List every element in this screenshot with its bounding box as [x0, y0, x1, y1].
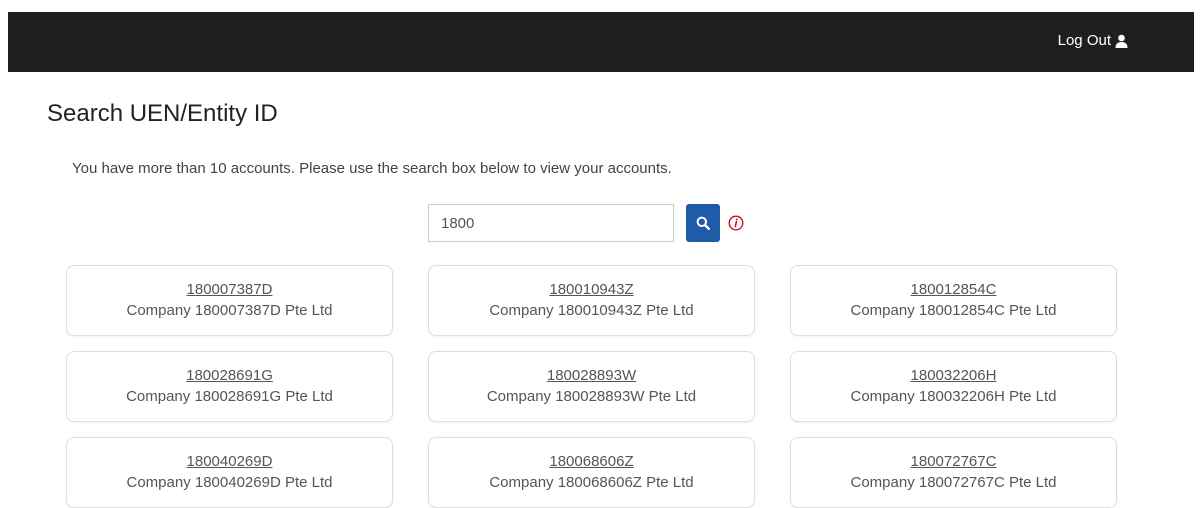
account-company-name: Company 180010943Z Pte Ltd [489, 302, 694, 319]
account-company-name: Company 180072767C Pte Ltd [850, 474, 1057, 491]
account-card[interactable]: 180032206H Company 180032206H Pte Ltd [790, 351, 1117, 422]
account-card[interactable]: 180028893W Company 180028893W Pte Ltd [428, 351, 755, 422]
account-id-link[interactable]: 180010943Z [549, 280, 633, 300]
accounts-grid: 180007387D Company 180007387D Pte Ltd 18… [66, 265, 1117, 508]
account-id-link[interactable]: 180068606Z [549, 452, 633, 472]
account-id-link[interactable]: 180032206H [911, 366, 997, 386]
account-card[interactable]: 180072767C Company 180072767C Pte Ltd [790, 437, 1117, 508]
account-card[interactable]: 180010943Z Company 180010943Z Pte Ltd [428, 265, 755, 336]
account-id-link[interactable]: 180072767C [911, 452, 997, 472]
top-navbar: Log Out [8, 12, 1194, 72]
page-title: Search UEN/Entity ID [47, 100, 278, 127]
account-id-link[interactable]: 180028893W [547, 366, 636, 386]
account-card[interactable]: 180068606Z Company 180068606Z Pte Ltd [428, 437, 755, 508]
account-company-name: Company 180068606Z Pte Ltd [489, 474, 694, 491]
account-card[interactable]: 180012854C Company 180012854C Pte Ltd [790, 265, 1117, 336]
info-icon[interactable] [728, 215, 744, 231]
account-company-name: Company 180028691G Pte Ltd [126, 388, 333, 405]
account-id-link[interactable]: 180040269D [187, 452, 273, 472]
account-company-name: Company 180007387D Pte Ltd [126, 302, 333, 319]
account-company-name: Company 180028893W Pte Ltd [486, 388, 697, 405]
account-id-link[interactable]: 180028691G [186, 366, 273, 386]
search-button[interactable] [686, 204, 720, 242]
user-icon [1115, 34, 1128, 48]
account-company-name: Company 180040269D Pte Ltd [126, 474, 333, 491]
logout-label: Log Out [1057, 32, 1111, 49]
account-id-link[interactable]: 180007387D [187, 280, 273, 300]
logout-button[interactable]: Log Out [1058, 32, 1128, 49]
search-icon [696, 216, 710, 230]
search-input[interactable] [428, 204, 674, 242]
account-card[interactable]: 180007387D Company 180007387D Pte Ltd [66, 265, 393, 336]
accounts-info-text: You have more than 10 accounts. Please u… [72, 160, 672, 177]
account-card[interactable]: 180028691G Company 180028691G Pte Ltd [66, 351, 393, 422]
account-company-name: Company 180012854C Pte Ltd [850, 302, 1057, 319]
search-row [428, 203, 744, 243]
account-company-name: Company 180032206H Pte Ltd [850, 388, 1057, 405]
account-card[interactable]: 180040269D Company 180040269D Pte Ltd [66, 437, 393, 508]
account-id-link[interactable]: 180012854C [911, 280, 997, 300]
